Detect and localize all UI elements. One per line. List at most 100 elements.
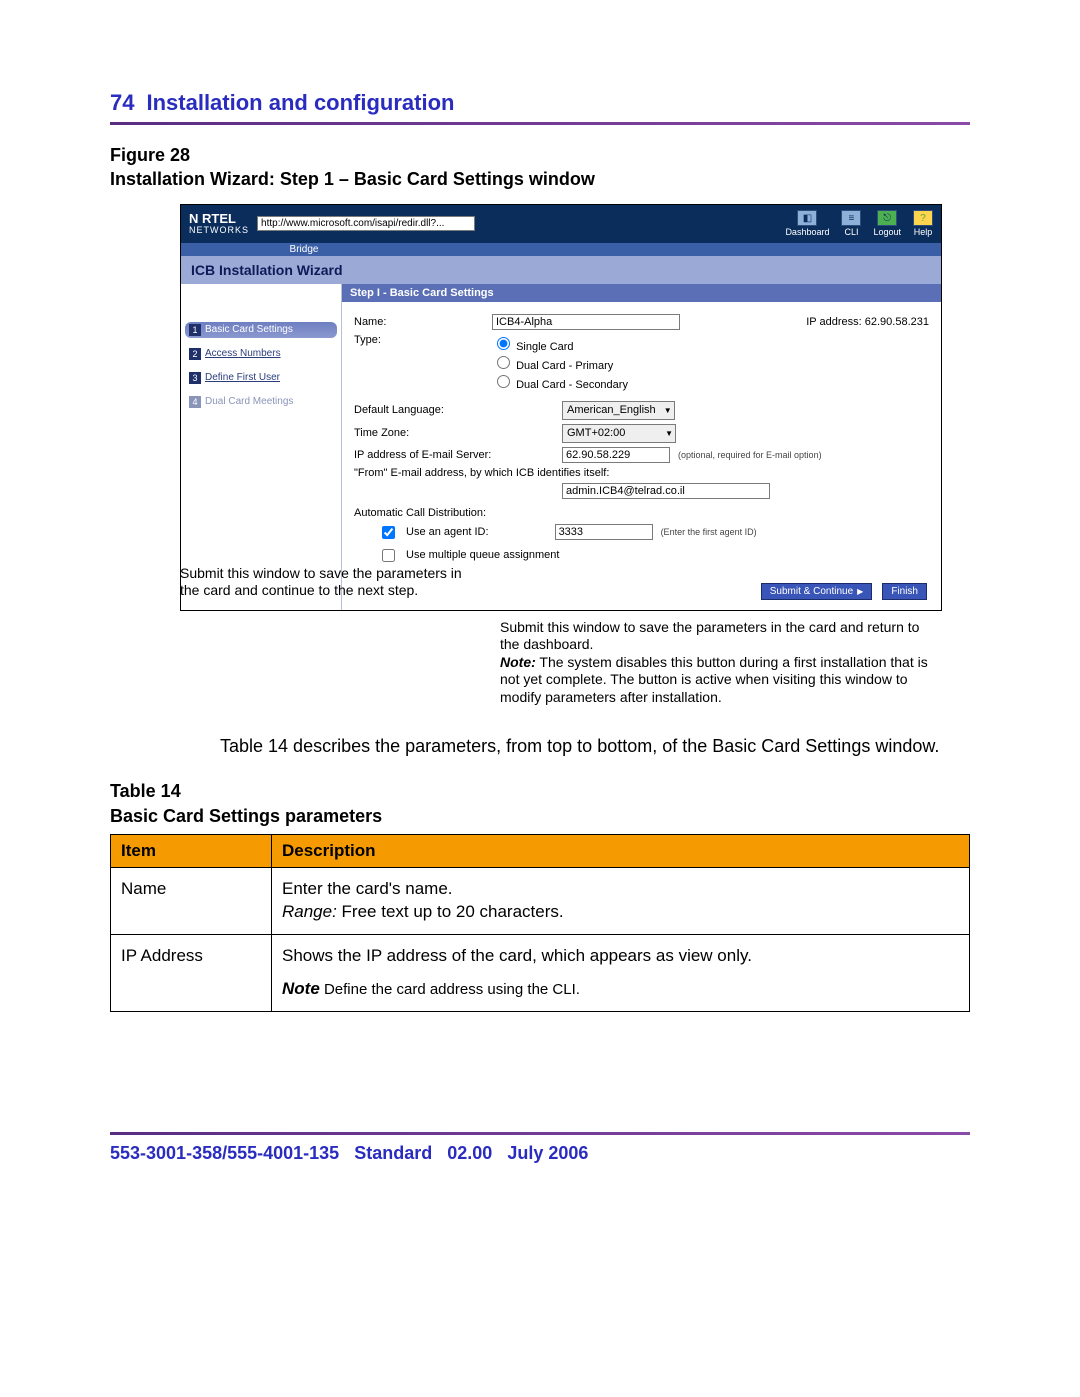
- figure-callouts: Submit this window to save the parameter…: [180, 565, 940, 707]
- cell-desc-0: Enter the card's name. Range: Free text …: [272, 867, 970, 934]
- wizard-title: ICB Installation Wizard: [181, 256, 941, 284]
- cli-icon: ≡: [841, 210, 861, 226]
- table-row: Name Enter the card's name. Range: Free …: [111, 867, 970, 934]
- nav-help[interactable]: ? Help: [913, 210, 933, 237]
- multi-queue-label: Use multiple queue assignment: [406, 549, 559, 561]
- type-option-dual-primary[interactable]: Dual Card - Primary: [492, 353, 628, 372]
- wizard-sidebar: 1 Basic Card Settings 2 Access Numbers 3…: [181, 284, 341, 610]
- callout-note-label: Note:: [500, 654, 536, 670]
- top-bar: N RTEL NETWORKS http://www.microsoft.com…: [181, 205, 941, 243]
- logout-icon: ⎋: [877, 210, 897, 226]
- step-label-2: Access Numbers: [205, 348, 281, 359]
- footer-rule: [110, 1132, 970, 1135]
- step-basic-card-settings[interactable]: 1 Basic Card Settings: [185, 322, 337, 338]
- radio-single[interactable]: [497, 337, 510, 350]
- use-agent-checkbox[interactable]: [382, 526, 395, 539]
- cell-item-1: IP Address: [111, 934, 272, 1011]
- desc0-range-text: Free text up to 20 characters.: [337, 902, 564, 921]
- step-heading: Step I - Basic Card Settings: [342, 284, 941, 302]
- step-num-2: 2: [189, 348, 201, 360]
- use-agent-label: Use an agent ID:: [406, 526, 489, 538]
- radio-dual-secondary-label: Dual Card - Secondary: [516, 379, 628, 391]
- agent-hint: (Enter the first agent ID): [661, 527, 757, 537]
- desc0-range-label: Range:: [282, 902, 337, 921]
- brand-sub: NETWORKS: [189, 225, 249, 235]
- body-paragraph: Table 14 describes the parameters, from …: [220, 734, 970, 759]
- figure-title: Installation Wizard: Step 1 – Basic Card…: [110, 169, 595, 189]
- section-title: Installation and configuration: [146, 90, 454, 116]
- wizard-main: Step I - Basic Card Settings Name: IP ad…: [341, 284, 941, 610]
- radio-dual-secondary[interactable]: [497, 375, 510, 388]
- ip-email-hint: (optional, required for E-mail option): [678, 450, 822, 460]
- th-desc: Description: [272, 834, 970, 867]
- step-label-3: Define First User: [205, 372, 280, 383]
- from-email-input[interactable]: [562, 483, 770, 499]
- ip-display-value: 62.90.58.231: [865, 316, 929, 328]
- nav-cli[interactable]: ≡ CLI: [841, 210, 861, 237]
- nav-logout[interactable]: ⎋ Logout: [873, 210, 901, 237]
- language-select[interactable]: American_English: [562, 401, 675, 420]
- radio-single-label: Single Card: [516, 341, 573, 353]
- callout-note-text: The system disables this button during a…: [500, 654, 928, 705]
- step-access-numbers[interactable]: 2 Access Numbers: [185, 346, 337, 362]
- step-label-4: Dual Card Meetings: [205, 396, 293, 407]
- ip-email-input[interactable]: [562, 447, 670, 463]
- nav-dashboard-label: Dashboard: [785, 227, 829, 237]
- nav-help-label: Help: [914, 227, 933, 237]
- callout-right: Submit this window to save the parameter…: [490, 565, 940, 707]
- page-number: 74: [110, 90, 134, 116]
- step-label-1: Basic Card Settings: [205, 324, 293, 335]
- nav-logout-label: Logout: [873, 227, 901, 237]
- footer-standard: Standard: [354, 1143, 432, 1163]
- desc1-line1: Shows the IP address of the card, which …: [282, 946, 752, 965]
- desc0-line1: Enter the card's name.: [282, 879, 453, 898]
- step-dual-card-meetings[interactable]: 4 Dual Card Meetings: [185, 394, 337, 410]
- dashboard-icon: ◧: [797, 210, 817, 226]
- nav-cli-label: CLI: [844, 227, 858, 237]
- radio-dual-primary[interactable]: [497, 356, 510, 369]
- footer-doc: 553-3001-358/555-4001-135: [110, 1143, 339, 1163]
- table-title: Basic Card Settings parameters: [110, 806, 382, 826]
- figure-caption: Figure 28 Installation Wizard: Step 1 – …: [110, 143, 970, 192]
- bridge-label: Bridge: [189, 244, 419, 255]
- radio-dual-primary-label: Dual Card - Primary: [516, 360, 613, 372]
- cell-desc-1: Shows the IP address of the card, which …: [272, 934, 970, 1011]
- footer-ver: 02.00: [447, 1143, 492, 1163]
- type-option-single[interactable]: Single Card: [492, 334, 628, 353]
- header-rule: [110, 122, 970, 125]
- cell-item-0: Name: [111, 867, 272, 934]
- step-define-first-user[interactable]: 3 Define First User: [185, 370, 337, 386]
- table-caption: Table 14 Basic Card Settings parameters: [110, 779, 970, 828]
- brand-top: N RTEL: [189, 212, 249, 225]
- type-option-dual-secondary[interactable]: Dual Card - Secondary: [492, 372, 628, 391]
- help-icon: ?: [913, 210, 933, 226]
- callout-left: Submit this window to save the parameter…: [180, 565, 490, 707]
- desc1-note-label: Note: [282, 979, 320, 998]
- agent-id-input[interactable]: [555, 524, 653, 540]
- name-input[interactable]: [492, 314, 680, 330]
- step-num-1: 1: [189, 324, 201, 336]
- from-email-label: "From" E-mail address, by which ICB iden…: [354, 467, 609, 479]
- step-num-4: 4: [189, 396, 201, 408]
- ip-display: IP address: 62.90.58.231: [806, 316, 929, 328]
- url-box[interactable]: http://www.microsoft.com/isapi/redir.dll…: [257, 216, 475, 231]
- desc1-note-text: Define the card address using the CLI.: [320, 981, 580, 998]
- callout-right-main: Submit this window to save the parameter…: [500, 619, 919, 653]
- type-label: Type:: [354, 334, 484, 346]
- page-header: 74 Installation and configuration: [110, 90, 970, 122]
- nav-dashboard[interactable]: ◧ Dashboard: [785, 210, 829, 237]
- sub-bar: Bridge: [181, 243, 941, 256]
- multi-queue-checkbox[interactable]: [382, 549, 395, 562]
- screenshot-window: N RTEL NETWORKS http://www.microsoft.com…: [180, 204, 942, 611]
- language-label: Default Language:: [354, 404, 554, 416]
- figure-label: Figure 28: [110, 145, 190, 165]
- name-label: Name:: [354, 316, 484, 328]
- parameters-table: Item Description Name Enter the card's n…: [110, 834, 970, 1012]
- table-label: Table 14: [110, 781, 181, 801]
- tz-select[interactable]: GMT+02:00: [562, 424, 676, 443]
- acd-title: Automatic Call Distribution:: [354, 507, 929, 519]
- page-footer: 553-3001-358/555-4001-135 Standard 02.00…: [110, 1143, 970, 1164]
- brand-logo: N RTEL NETWORKS: [189, 212, 249, 235]
- th-item: Item: [111, 834, 272, 867]
- step-num-3: 3: [189, 372, 201, 384]
